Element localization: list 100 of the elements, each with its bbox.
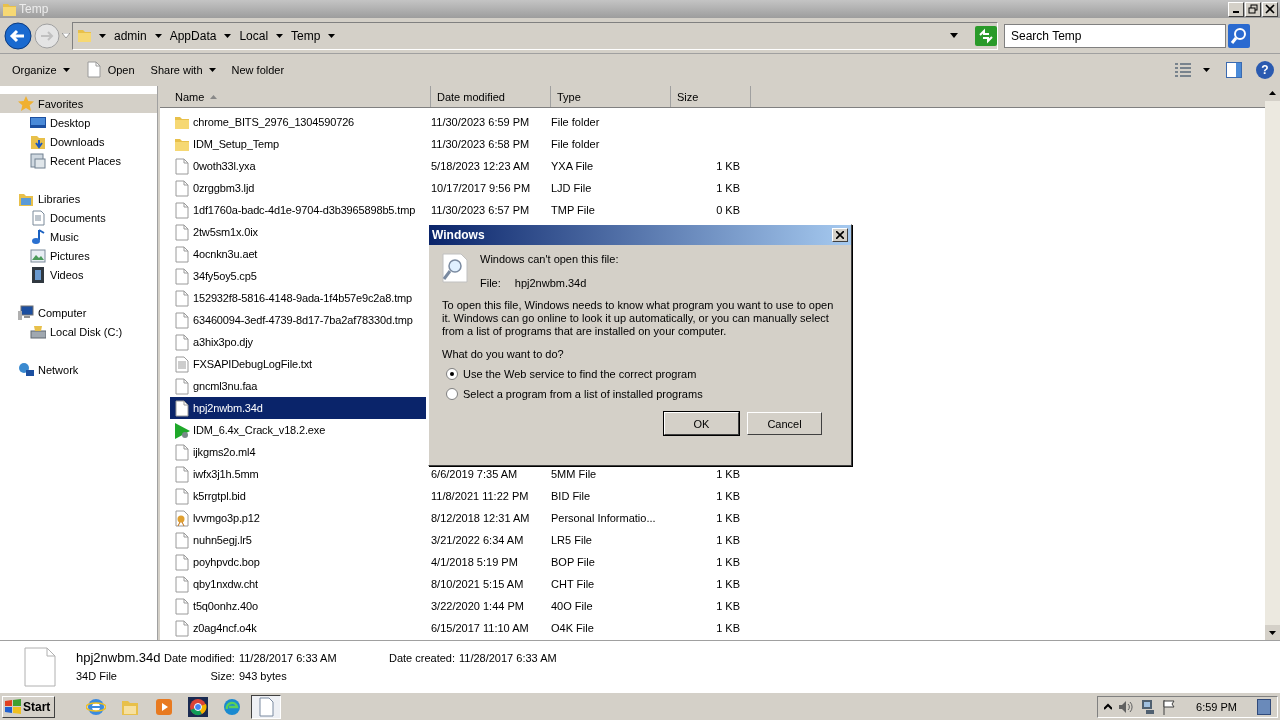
start-button[interactable]: Start <box>2 695 56 718</box>
help-button[interactable]: ? <box>1256 61 1274 79</box>
menu-button[interactable]: Organize <box>6 62 76 78</box>
view-list-icon[interactable] <box>1175 63 1191 77</box>
date-cell-text: 10/17/2017 9:56 PM <box>430 182 532 194</box>
network-globe-icon <box>18 361 34 378</box>
radio-option[interactable]: Use the Web service to find the correct program <box>446 364 839 384</box>
breadcrumb-item[interactable]: admin <box>114 28 147 43</box>
file-row[interactable]: iwfx3j1h.5mm <box>170 463 426 485</box>
file-row[interactable]: IDM_6.4x_Crack_v18.2.exe <box>170 419 426 441</box>
minimize-button[interactable] <box>1228 1 1244 17</box>
chrome-ball-icon[interactable] <box>188 696 209 717</box>
file-row[interactable]: FXSAPIDebugLogFile.txt <box>170 353 426 375</box>
file-row[interactable]: ijkgms2o.ml4 <box>170 441 426 463</box>
menu-button[interactable]: Share with <box>144 62 222 78</box>
address-bar[interactable]: admin AppData Local Temp <box>72 21 998 50</box>
sidebar-item[interactable]: Local Disk (C:) <box>0 322 157 341</box>
size-cell-text: 1 KB <box>715 556 740 568</box>
sidebar-group[interactable]: Computer <box>0 303 157 322</box>
sidebar-item[interactable]: Documents <box>0 208 157 227</box>
sidebar-group[interactable]: Libraries <box>0 189 157 208</box>
file-row[interactable]: 0woth33l.yxa <box>170 155 426 177</box>
column-header[interactable]: Date modified <box>431 86 551 107</box>
file-icon <box>174 531 191 549</box>
caret-icon[interactable] <box>328 33 336 38</box>
toolbar-button[interactable]: New folder <box>225 62 291 78</box>
search-icon[interactable] <box>1228 23 1250 48</box>
speaker-icon[interactable] <box>1118 699 1135 714</box>
network-icon[interactable] <box>1140 698 1157 715</box>
file-row[interactable]: qby1nxdw.cht <box>170 573 426 595</box>
clock[interactable]: 6:59 PM <box>1196 700 1237 713</box>
restore-button[interactable] <box>1245 1 1261 17</box>
file-icon <box>174 399 191 417</box>
file-row[interactable]: gncml3nu.faa <box>170 375 426 397</box>
breadcrumb-item[interactable]: Local <box>239 28 269 43</box>
search-field[interactable]: Search Temp <box>1004 23 1226 48</box>
size-cell-text: 0 KB <box>715 204 740 216</box>
file-row[interactable]: hpj2nwbm.34d <box>170 397 426 419</box>
file-row[interactable]: k5rrgtpl.bid <box>170 485 426 507</box>
sidebar-group[interactable]: Favorites <box>0 94 157 113</box>
dropdown-icon[interactable] <box>950 33 958 38</box>
file-row[interactable]: z0ag4ncf.o4k <box>170 617 426 639</box>
refresh-icon[interactable] <box>975 25 997 46</box>
close-button[interactable] <box>832 228 848 242</box>
caret-icon[interactable] <box>1203 68 1210 72</box>
cancel-button[interactable]: Cancel <box>747 412 822 435</box>
taskbar-button[interactable] <box>251 694 282 719</box>
radio-option[interactable]: Select a program from a list of installed programs <box>446 384 839 404</box>
file-row[interactable]: 63460094-3edf-4739-8d17-7ba2af78330d.tmp <box>170 309 426 331</box>
file-name: hpj2nwbm.34d <box>514 277 587 289</box>
radio-button[interactable] <box>446 368 458 380</box>
date-cell-text: 11/8/2021 11:22 PM <box>430 490 530 502</box>
chevron-up-icon[interactable] <box>1104 702 1113 711</box>
minimize-icon <box>1233 10 1239 13</box>
show-desktop-icon[interactable] <box>1257 698 1271 715</box>
sidebar-item[interactable]: Pictures <box>0 246 157 265</box>
sidebar-item[interactable]: Music <box>0 227 157 246</box>
column-header[interactable]: Name <box>160 86 431 107</box>
file-row[interactable]: 34fy5oy5.cp5 <box>170 265 426 287</box>
browser-e-icon[interactable] <box>86 696 107 717</box>
size-cell-text: 1 KB <box>715 622 740 634</box>
file-icon <box>174 223 191 241</box>
sidebar-item[interactable]: Downloads <box>0 132 157 151</box>
file-row[interactable]: t5q0onhz.40o <box>170 595 426 617</box>
caret-icon[interactable] <box>224 33 232 38</box>
scrollbar[interactable] <box>1265 86 1280 640</box>
file-row[interactable]: lvvmgo3p.p12 <box>170 507 426 529</box>
file-row[interactable]: a3hix3po.djy <box>170 331 426 353</box>
breadcrumb-item[interactable]: Temp <box>291 28 321 43</box>
preview-pane-icon[interactable] <box>1226 62 1242 78</box>
file-row[interactable]: 4ocnkn3u.aet <box>170 243 426 265</box>
sidebar-item[interactable]: Recent Places <box>0 151 157 170</box>
sidebar-group[interactable]: Network <box>0 360 157 379</box>
back-icon[interactable] <box>4 21 32 50</box>
caret-icon[interactable] <box>276 33 284 38</box>
file-row[interactable]: nuhn5egj.lr5 <box>170 529 426 551</box>
file-icon <box>174 245 191 263</box>
column-header[interactable]: Size <box>671 86 751 107</box>
sidebar-item[interactable]: Desktop <box>0 113 157 132</box>
file-icon <box>174 311 191 329</box>
radio-button[interactable] <box>446 388 458 400</box>
file-row[interactable]: 1df1760a-badc-4d1e-9704-d3b3965898b5.tmp <box>170 199 426 221</box>
close-button[interactable] <box>1262 1 1278 17</box>
caret-icon[interactable] <box>99 33 106 38</box>
media-player-icon[interactable] <box>154 696 175 717</box>
file-row[interactable]: 152932f8-5816-4148-9ada-1f4b57e9c2a8.tmp <box>170 287 426 309</box>
open-button[interactable]: Open <box>79 59 141 81</box>
ok-button[interactable]: OK <box>664 412 739 435</box>
file-row[interactable]: chrome_BITS_2976_1304590726 <box>170 111 426 133</box>
file-row[interactable]: 0zrggbm3.ljd <box>170 177 426 199</box>
sidebar-item[interactable]: Videos <box>0 265 157 284</box>
file-row[interactable]: 2tw5sm1x.0ix <box>170 221 426 243</box>
breadcrumb-item[interactable]: AppData <box>169 28 217 43</box>
scroll-down-icon[interactable] <box>1265 625 1280 640</box>
history-dropdown-icon[interactable] <box>62 33 70 38</box>
column-header[interactable]: Type <box>551 86 671 107</box>
file-row[interactable]: IDM_Setup_Temp <box>170 133 426 155</box>
file-row[interactable]: poyhpvdc.bop <box>170 551 426 573</box>
caret-icon[interactable] <box>154 33 162 38</box>
flag-icon[interactable] <box>1162 698 1177 715</box>
